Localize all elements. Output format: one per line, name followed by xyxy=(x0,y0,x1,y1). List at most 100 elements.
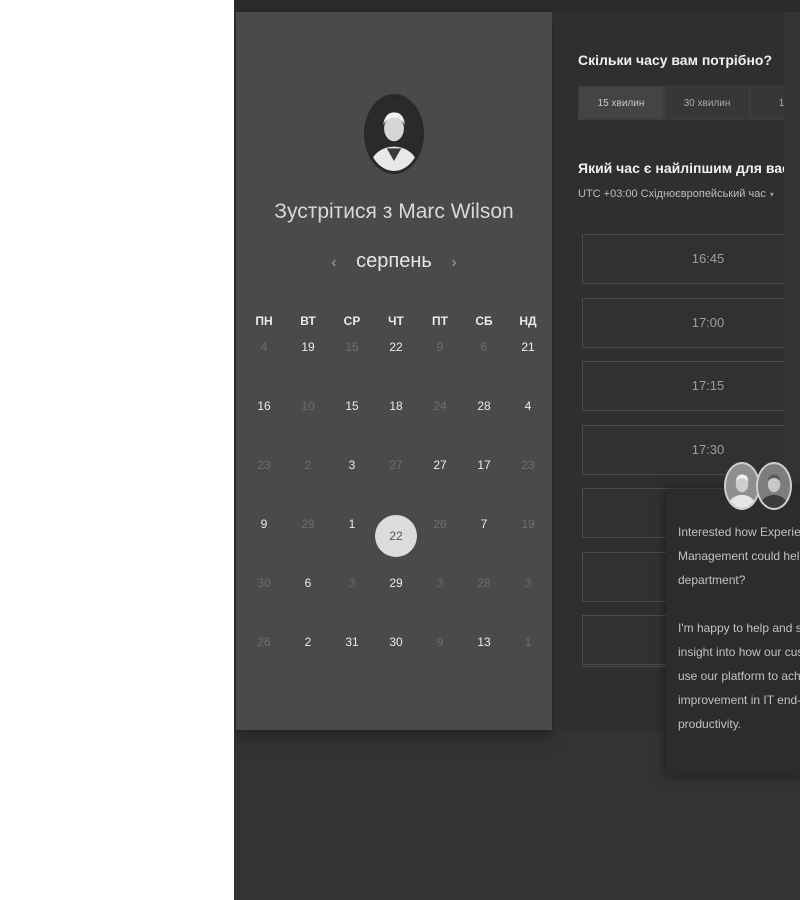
day-cell[interactable]: 2 xyxy=(286,631,330,690)
day-number: 15 xyxy=(345,340,359,354)
day-number: 27 xyxy=(433,458,447,472)
calendar-panel: Зустрітися з Marc Wilson ‹ серпень › ПН В… xyxy=(236,12,552,730)
day-cell[interactable]: 31 xyxy=(330,631,374,690)
day-number: 6 xyxy=(480,340,488,354)
weekday-label: ЧТ xyxy=(388,314,404,328)
day-number: 13 xyxy=(477,635,491,649)
day-number: 2 xyxy=(304,635,312,649)
day-number: 29 xyxy=(389,576,403,590)
time-slot-button[interactable]: 17:15 xyxy=(582,361,784,411)
duration-tab[interactable]: 30 хвилин xyxy=(664,86,750,120)
chat-paragraph: Interested how Experienc Management could… xyxy=(678,520,800,592)
chat-line: insight into how our custo xyxy=(678,645,800,659)
weekday-header: ПН ВТ СР ЧТ ПТ СБ НД xyxy=(242,314,550,328)
day-number: 28 xyxy=(477,576,491,590)
weekday-label: НД xyxy=(519,314,537,328)
day-cell[interactable]: 21 xyxy=(506,336,550,395)
next-month-icon[interactable]: › xyxy=(451,254,456,272)
day-number: 1 xyxy=(524,635,532,649)
day-cell: 26 xyxy=(418,513,462,572)
day-number: 6 xyxy=(304,576,312,590)
day-number: 15 xyxy=(345,399,359,413)
chat-line: productivity. xyxy=(678,717,742,731)
day-cell[interactable]: 4 xyxy=(506,395,550,454)
day-cell[interactable]: 28 xyxy=(462,395,506,454)
person-icon xyxy=(367,98,421,171)
day-cell: 9 xyxy=(418,631,462,690)
day-cell: 6 xyxy=(462,336,506,395)
person-icon xyxy=(758,464,790,508)
day-number: 23 xyxy=(521,458,535,472)
day-number: 9 xyxy=(436,340,444,354)
day-cell[interactable]: 6 xyxy=(286,572,330,631)
day-number: 16 xyxy=(257,399,271,413)
day-cell: 28 xyxy=(462,572,506,631)
day-cell-selected[interactable]: 22 xyxy=(374,513,418,572)
prev-month-icon[interactable]: ‹ xyxy=(331,254,336,272)
day-cell[interactable]: 16 xyxy=(242,395,286,454)
chat-agent-avatars xyxy=(724,462,794,512)
chat-line: department? xyxy=(678,573,746,587)
day-cell: 2 xyxy=(286,454,330,513)
day-number: 19 xyxy=(521,517,535,531)
day-cell: 3 xyxy=(330,572,374,631)
day-number: 22 xyxy=(375,515,417,557)
chat-paragraph: I'm happy to help and sha insight into ho… xyxy=(678,616,800,736)
duration-tab[interactable]: 1 годи xyxy=(750,86,784,120)
time-slot-button[interactable]: 16:45 xyxy=(582,234,784,284)
day-cell[interactable]: 29 xyxy=(374,572,418,631)
day-number: 22 xyxy=(389,340,403,354)
weekday-label: ПТ xyxy=(432,314,448,328)
day-cell: 4 xyxy=(242,336,286,395)
day-number: 28 xyxy=(477,399,491,413)
day-number: 9 xyxy=(260,517,268,531)
chevron-down-icon: ▾ xyxy=(769,190,774,199)
weekday-label: СР xyxy=(343,314,361,328)
duration-tabs: 15 хвилин30 хвилин1 годи xyxy=(578,86,784,120)
day-cell[interactable]: 18 xyxy=(374,395,418,454)
chat-line: improvement in IT end-us xyxy=(678,693,800,707)
day-cell[interactable]: 1 xyxy=(330,513,374,572)
day-number: 3 xyxy=(436,576,444,590)
day-cell: 19 xyxy=(506,513,550,572)
duration-tab[interactable]: 15 хвилин xyxy=(578,86,664,120)
day-cell: 10 xyxy=(286,395,330,454)
chat-line: I'm happy to help and sha xyxy=(678,621,800,635)
top-bar xyxy=(234,0,800,12)
day-cell[interactable]: 22 xyxy=(374,336,418,395)
day-number: 3 xyxy=(524,576,532,590)
time-slot-button[interactable]: 17:00 xyxy=(582,297,784,348)
weekday-label: ВТ xyxy=(300,314,316,328)
day-cell[interactable]: 13 xyxy=(462,631,506,690)
day-number: 29 xyxy=(301,517,315,531)
day-number: 7 xyxy=(480,517,488,531)
day-cell[interactable]: 7 xyxy=(462,513,506,572)
day-number: 3 xyxy=(348,576,356,590)
month-label: серпень xyxy=(356,250,432,272)
day-cell[interactable]: 30 xyxy=(374,631,418,690)
day-number: 26 xyxy=(433,517,447,531)
day-number: 10 xyxy=(301,399,315,413)
day-cell[interactable]: 9 xyxy=(242,513,286,572)
day-cell: 3 xyxy=(506,572,550,631)
month-navigation: ‹ серпень › xyxy=(236,250,552,273)
day-cell: 24 xyxy=(418,395,462,454)
meeting-title: Зустрітися з Marc Wilson xyxy=(274,200,514,223)
day-cell[interactable]: 3 xyxy=(330,454,374,513)
host-avatar xyxy=(364,94,424,174)
day-cell: 1 xyxy=(506,631,550,690)
day-cell: 23 xyxy=(242,454,286,513)
timezone-select[interactable]: UTC +03:00 Східноєвропейський час ▾ xyxy=(578,188,774,200)
time-question: Який час є найліпшим для вас? xyxy=(578,160,784,176)
day-number: 27 xyxy=(389,458,403,472)
day-cell[interactable]: 27 xyxy=(418,454,462,513)
chat-line: Management could help y xyxy=(678,549,800,563)
day-number: 3 xyxy=(348,458,356,472)
day-cell[interactable]: 19 xyxy=(286,336,330,395)
agent-avatar xyxy=(756,462,792,510)
day-cell[interactable]: 15 xyxy=(330,395,374,454)
chat-line: use our platform to achie xyxy=(678,669,800,683)
day-cell[interactable]: 17 xyxy=(462,454,506,513)
day-grid: 4 19 15 22 9 6 21 16 10 15 18 24 28 4 23 2 3 27 27 17 23 9 29 1… xyxy=(242,336,550,690)
day-number: 4 xyxy=(524,399,532,413)
